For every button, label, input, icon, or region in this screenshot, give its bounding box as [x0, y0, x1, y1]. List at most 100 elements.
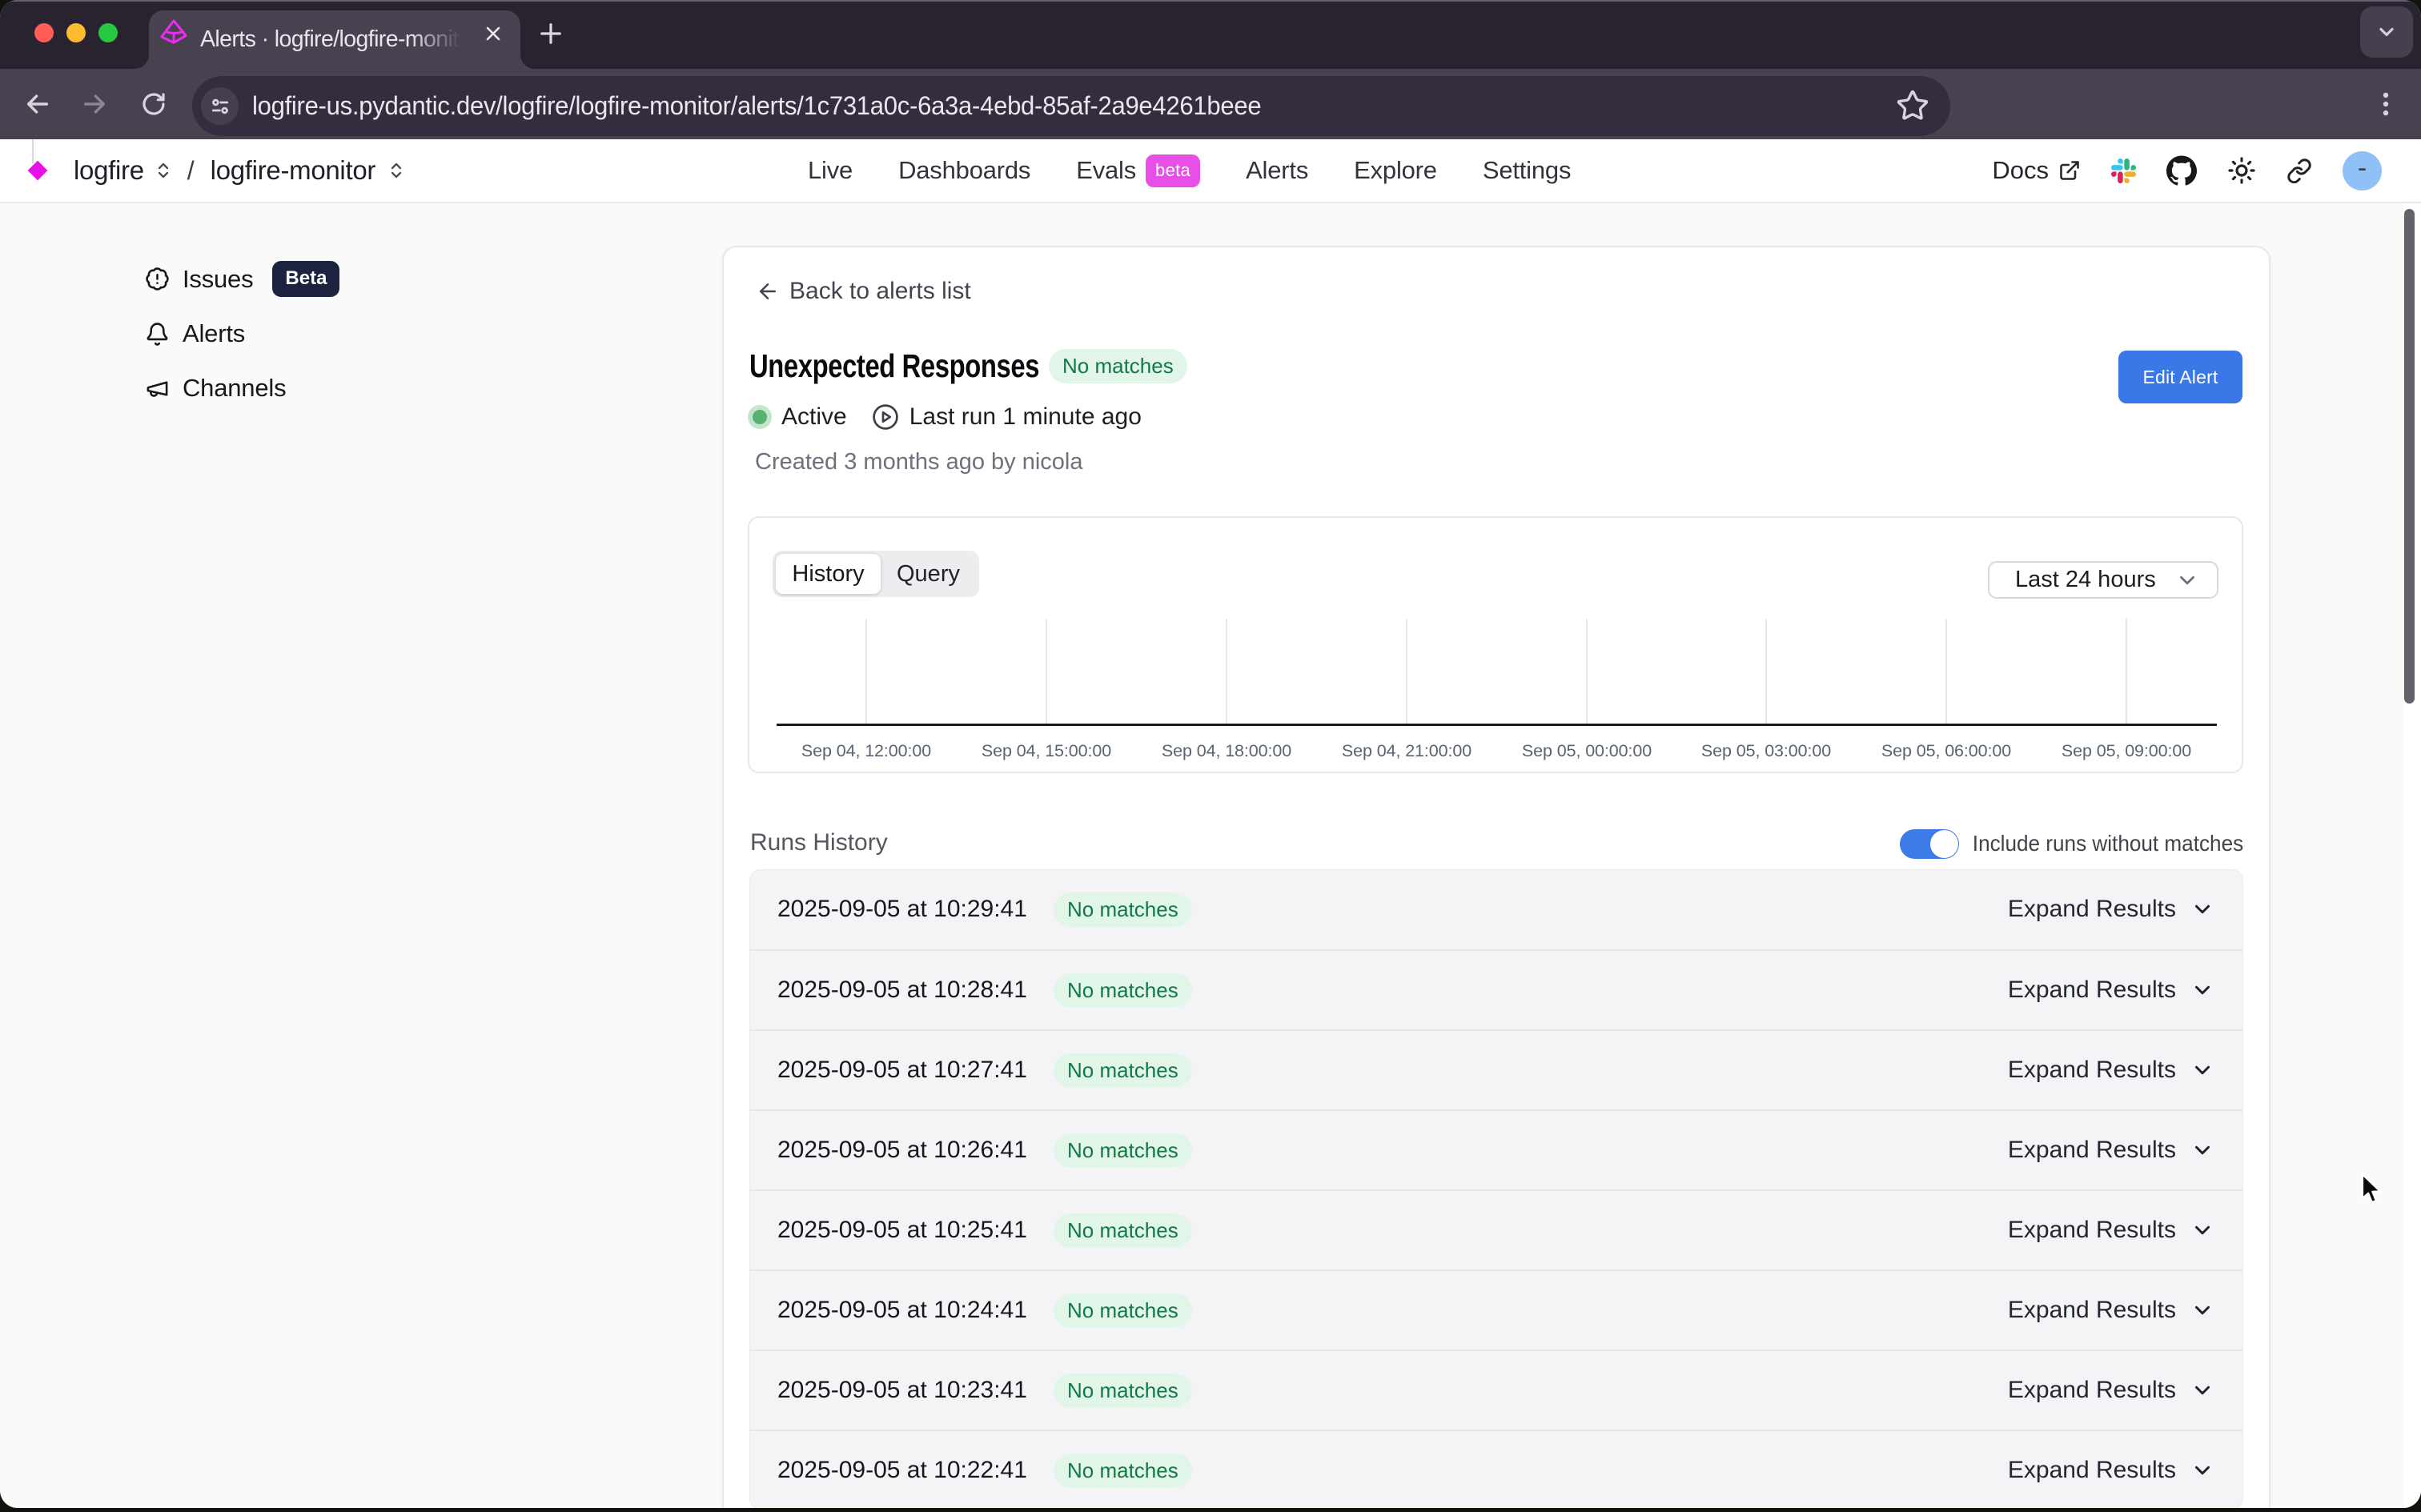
github-icon[interactable] [2166, 155, 2197, 186]
run-no-matches-badge: No matches [1054, 1293, 1192, 1328]
chart-gridline [1945, 619, 1947, 725]
docs-link[interactable]: Docs [1992, 156, 2081, 185]
expand-results-button[interactable]: Expand Results [2008, 1297, 2214, 1324]
chart-gridline [865, 619, 867, 725]
close-window-button[interactable] [34, 23, 54, 42]
slack-icon[interactable] [2111, 158, 2136, 183]
project-switcher-icon[interactable] [387, 161, 406, 180]
expand-results-button[interactable]: Expand Results [2008, 1377, 2214, 1404]
badge-alert-icon [145, 267, 170, 291]
chart-tick-label: Sep 05, 03:00:00 [1676, 741, 1856, 761]
status-label: Active [781, 403, 847, 431]
chart-tick-label: Sep 04, 21:00:00 [1317, 741, 1496, 761]
expand-results-button[interactable]: Expand Results [2008, 1457, 2214, 1484]
expand-results-button[interactable]: Expand Results [2008, 896, 2214, 923]
chart-tick-label: Sep 04, 15:00:00 [957, 741, 1136, 761]
sidebar-item-alerts[interactable]: Alerts [145, 319, 245, 348]
run-row[interactable]: 2025-09-05 at 10:27:41 No matches Expand… [749, 1029, 2243, 1109]
org-switcher-icon[interactable] [154, 161, 173, 180]
run-no-matches-badge: No matches [1054, 1374, 1192, 1408]
chart-gridline [1586, 619, 1588, 725]
window-top-highlight [0, 0, 2421, 2]
back-to-alerts-link[interactable]: Back to alerts list [756, 278, 971, 305]
chart-tick-label: Sep 05, 06:00:00 [1857, 741, 2036, 761]
nav-settings[interactable]: Settings [1483, 156, 1571, 185]
url-text[interactable]: logfire-us.pydantic.dev/logfire/logfire-… [252, 76, 1261, 136]
expand-results-button[interactable]: Expand Results [2008, 977, 2214, 1004]
play-circle-icon [871, 403, 900, 431]
bookmark-star-icon[interactable] [1896, 89, 1929, 126]
run-row[interactable]: 2025-09-05 at 10:22:41 No matches Expand… [749, 1430, 2243, 1508]
alert-status-row: Active Last run 1 minute ago [748, 400, 1142, 434]
minimize-window-button[interactable] [66, 23, 86, 42]
scrollbar-thumb[interactable] [2404, 209, 2415, 704]
tab-history[interactable]: History [776, 554, 881, 594]
app-header: logfire / logfire-monitor Live Dashboard… [0, 139, 2421, 203]
chart-tick-label: Sep 04, 12:00:00 [777, 741, 956, 761]
chevron-down-icon [2175, 568, 2199, 592]
chart-tick-label: Sep 05, 09:00:00 [2037, 741, 2216, 761]
chart-gridline [2126, 619, 2127, 725]
tab-close-icon[interactable] [477, 18, 509, 50]
alert-no-matches-badge: No matches [1049, 349, 1187, 383]
sidebar-item-issues[interactable]: Issues Beta [145, 261, 339, 297]
tab-query[interactable]: Query [881, 554, 976, 594]
run-row[interactable]: 2025-09-05 at 10:28:41 No matches Expand… [749, 949, 2243, 1029]
browser-tab[interactable]: Alerts · logfire/logfire-monitor [149, 10, 520, 69]
url-bar[interactable]: logfire-us.pydantic.dev/logfire/logfire-… [192, 76, 1950, 136]
run-no-matches-badge: No matches [1054, 892, 1192, 927]
time-range-select[interactable]: Last 24 hours [1988, 561, 2218, 599]
browser-toolbar: logfire-us.pydantic.dev/logfire/logfire-… [0, 69, 2421, 139]
run-timestamp: 2025-09-05 at 10:24:41 [777, 1297, 1027, 1324]
chevron-down-icon [2190, 1458, 2214, 1482]
nav-alerts[interactable]: Alerts [1246, 156, 1308, 185]
run-no-matches-badge: No matches [1054, 1053, 1192, 1088]
nav-explore[interactable]: Explore [1354, 156, 1437, 185]
fullscreen-window-button[interactable] [98, 23, 118, 42]
share-link-icon[interactable] [2286, 158, 2312, 183]
active-status-dot [748, 405, 772, 429]
expand-results-button[interactable]: Expand Results [2008, 1057, 2214, 1084]
reload-button[interactable] [135, 69, 172, 139]
nav-live[interactable]: Live [808, 156, 853, 185]
nav-dashboards[interactable]: Dashboards [898, 156, 1030, 185]
tab-search-chevron-button[interactable] [2360, 6, 2413, 58]
theme-sun-icon[interactable] [2227, 156, 2256, 185]
edit-alert-button[interactable]: Edit Alert [2118, 351, 2242, 403]
include-runs-toggle-label: Include runs without matches [1973, 831, 2243, 856]
run-row[interactable]: 2025-09-05 at 10:23:41 No matches Expand… [749, 1350, 2243, 1430]
forward-button[interactable] [76, 69, 113, 139]
expand-results-button[interactable]: Expand Results [2008, 1217, 2214, 1244]
page-content: Issues Beta Alerts Channels Back to aler… [0, 203, 2421, 1508]
site-settings-icon[interactable] [201, 87, 239, 125]
sidebar-item-channels[interactable]: Channels [145, 374, 286, 403]
run-timestamp: 2025-09-05 at 10:27:41 [777, 1057, 1027, 1084]
run-no-matches-badge: No matches [1054, 1213, 1192, 1248]
chevron-down-icon [2190, 1298, 2214, 1322]
chevron-down-icon [2190, 1378, 2214, 1402]
nav-evals[interactable]: Evalsbeta [1076, 154, 1200, 187]
new-tab-button[interactable] [535, 18, 567, 50]
run-no-matches-badge: No matches [1054, 973, 1192, 1008]
main-nav: Live Dashboards Evalsbeta Alerts Explore… [808, 139, 1571, 202]
runs-list: 2025-09-05 at 10:29:41 No matches Expand… [749, 869, 2243, 1508]
breadcrumb-org[interactable]: logfire [74, 155, 144, 186]
back-button[interactable] [19, 69, 56, 139]
browser-menu-icon[interactable] [2368, 86, 2403, 122]
created-by-label: Created 3 months ago by nicola [755, 449, 1082, 475]
run-row[interactable]: 2025-09-05 at 10:25:41 No matches Expand… [749, 1189, 2243, 1269]
expand-results-button[interactable]: Expand Results [2008, 1137, 2214, 1164]
run-timestamp: 2025-09-05 at 10:26:41 [777, 1137, 1027, 1164]
breadcrumb-project[interactable]: logfire-monitor [211, 155, 375, 186]
chevron-down-icon [2190, 897, 2214, 921]
bell-icon [145, 322, 170, 347]
include-runs-toggle[interactable] [1900, 829, 1959, 859]
mouse-cursor [2357, 1172, 2384, 1208]
run-row[interactable]: 2025-09-05 at 10:26:41 No matches Expand… [749, 1109, 2243, 1189]
browser-window: Alerts · logfire/logfire-monitor [0, 0, 2421, 1508]
run-row[interactable]: 2025-09-05 at 10:24:41 No matches Expand… [749, 1269, 2243, 1350]
run-row[interactable]: 2025-09-05 at 10:29:41 No matches Expand… [749, 869, 2243, 949]
user-avatar[interactable]: - [2343, 151, 2382, 191]
run-no-matches-badge: No matches [1054, 1454, 1192, 1488]
run-timestamp: 2025-09-05 at 10:25:41 [777, 1217, 1027, 1244]
